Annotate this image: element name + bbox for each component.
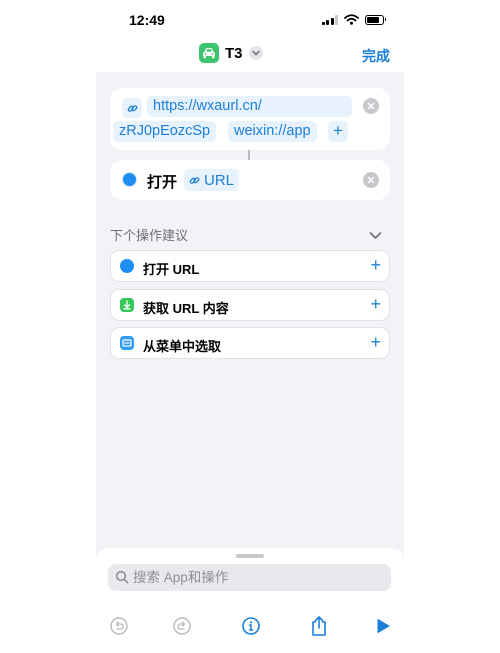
status-time: 12:49 (129, 12, 165, 28)
suggestions-header: 下个操作建议 (110, 228, 189, 243)
suggestion-label: 获取 URL 内容 (143, 301, 229, 316)
undo-icon[interactable] (105, 612, 133, 640)
open-url-action-card[interactable]: 打开 URL (110, 160, 390, 200)
car-icon (199, 43, 219, 63)
action-connector (248, 150, 250, 160)
add-token-button[interactable]: + (328, 121, 348, 142)
url-path-token[interactable]: zRJ0pEozcSp (113, 121, 217, 142)
redo-icon[interactable] (168, 612, 196, 640)
nav-bar: T3 完成 (96, 40, 404, 72)
url-variable-token[interactable]: URL (184, 169, 240, 191)
status-bar: 12:49 (96, 0, 404, 40)
sheet-grabber[interactable] (236, 554, 264, 558)
safari-icon (122, 172, 137, 187)
link-icon (122, 98, 142, 118)
url-scheme-token[interactable]: weixin://app (228, 121, 317, 142)
shortcut-editor: 12:49 T3 完成 https://wxaurl.cn/ zRJ0pEozc… (96, 0, 404, 653)
share-icon[interactable] (305, 612, 333, 640)
clear-icon[interactable] (363, 172, 379, 188)
add-suggestion-button[interactable]: + (370, 293, 381, 315)
suggestion-choose-from-menu[interactable]: 从菜单中选取 + (110, 327, 390, 359)
search-icon (115, 570, 129, 584)
action-search-sheet (96, 548, 404, 653)
editor-toolbar (96, 606, 404, 646)
chevron-down-icon[interactable] (369, 227, 382, 245)
battery-icon (365, 14, 386, 25)
download-icon (120, 298, 134, 312)
suggestion-label: 打开 URL (143, 262, 200, 277)
done-button[interactable]: 完成 (362, 46, 390, 66)
status-icons (321, 14, 386, 25)
search-input[interactable] (133, 564, 383, 591)
chevron-down-icon (248, 46, 263, 60)
search-bar[interactable] (108, 564, 391, 591)
cellular-signal-icon (321, 14, 338, 25)
shortcut-title: T3 (225, 44, 243, 62)
shortcut-title-menu[interactable]: T3 (199, 43, 263, 63)
url-text-token[interactable]: https://wxaurl.cn/ (147, 96, 352, 117)
info-icon[interactable] (237, 612, 265, 640)
add-suggestion-button[interactable]: + (370, 254, 381, 276)
run-icon[interactable] (369, 612, 397, 640)
add-suggestion-button[interactable]: + (370, 331, 381, 353)
clear-icon[interactable] (363, 98, 379, 114)
menu-icon (120, 336, 134, 350)
url-variable-label: URL (204, 171, 235, 189)
link-icon (189, 176, 200, 184)
wifi-icon (344, 14, 359, 25)
suggestion-open-url[interactable]: 打开 URL + (110, 250, 390, 282)
open-action-label: 打开 (147, 174, 178, 191)
safari-icon (120, 259, 134, 273)
suggestion-label: 从菜单中选取 (143, 339, 222, 354)
url-action-card[interactable]: https://wxaurl.cn/ zRJ0pEozcSp weixin://… (110, 88, 390, 150)
suggestion-get-url-contents[interactable]: 获取 URL 内容 + (110, 289, 390, 321)
